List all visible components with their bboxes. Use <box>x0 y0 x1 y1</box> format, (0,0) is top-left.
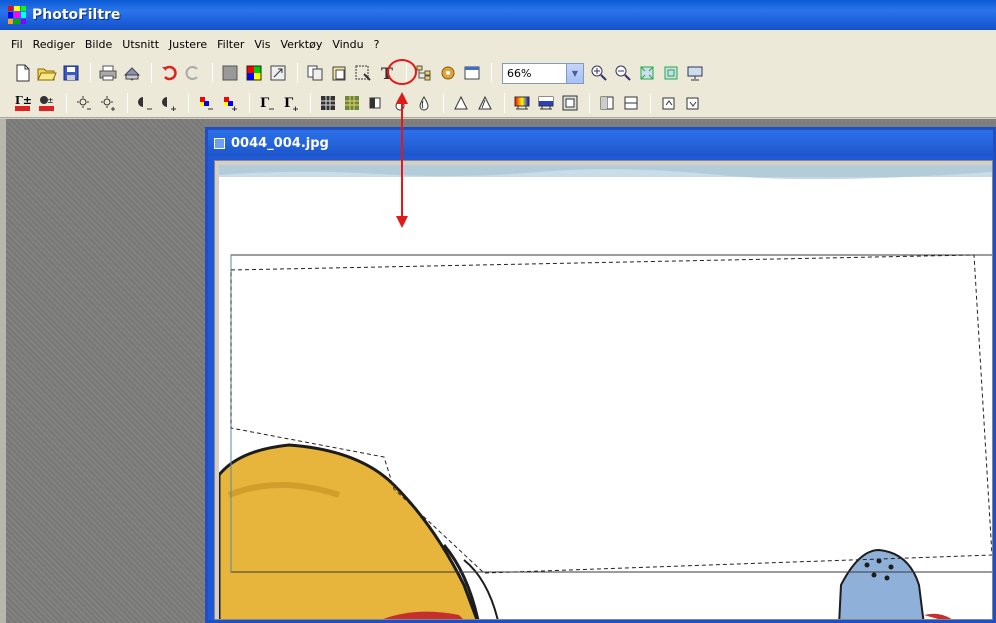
toolbar-separator <box>151 63 152 83</box>
menu-vis[interactable]: Vis <box>249 38 275 51</box>
adjust-toolbar: Γ± ± Γ Γ <box>0 88 996 118</box>
toolbar-separator <box>297 63 298 83</box>
new-icon[interactable] <box>12 62 34 84</box>
svg-text:Γ±: Γ± <box>15 94 32 107</box>
menu-bilde[interactable]: Bilde <box>80 38 117 51</box>
main-toolbar: T 66% ▼ <box>0 58 996 88</box>
color-palette-icon[interactable] <box>243 62 265 84</box>
frame-icon[interactable] <box>559 92 581 114</box>
mosaic-color-icon[interactable] <box>341 92 363 114</box>
plugin-icon[interactable] <box>437 62 459 84</box>
menu-rediger[interactable]: Rediger <box>28 38 80 51</box>
redo-icon[interactable] <box>182 62 204 84</box>
window-icon[interactable] <box>461 62 483 84</box>
toolbar-separator <box>212 63 213 83</box>
contrast-plus-icon[interactable] <box>158 92 180 114</box>
copy-icon[interactable] <box>304 62 326 84</box>
menu-fil[interactable]: Fil <box>6 38 28 51</box>
app-titlebar: PhotoFiltre <box>0 0 996 30</box>
toolbar-separator <box>310 92 311 113</box>
rotate-right-icon[interactable] <box>681 92 703 114</box>
image-content <box>219 165 992 619</box>
image-size-icon[interactable] <box>267 62 289 84</box>
fit-window-icon[interactable] <box>636 62 658 84</box>
filter-tree-icon[interactable] <box>413 62 435 84</box>
document-titlebar[interactable]: 0044_004.jpg <box>208 130 993 156</box>
flip-vertical-icon[interactable] <box>620 92 642 114</box>
contrast-auto-icon[interactable]: ± <box>36 92 58 114</box>
zoom-in-icon[interactable] <box>588 62 610 84</box>
blur-icon[interactable] <box>389 92 411 114</box>
text-icon[interactable]: T <box>376 62 398 84</box>
document-window[interactable]: 0044_004.jpg <box>205 127 996 623</box>
flip-horizontal-icon[interactable] <box>596 92 618 114</box>
mosaic-icon[interactable] <box>317 92 339 114</box>
gamma-auto-icon[interactable]: Γ± <box>12 92 34 114</box>
toolbar-separator <box>127 92 128 113</box>
sharpen-icon[interactable] <box>365 92 387 114</box>
image-canvas[interactable] <box>219 165 992 619</box>
zoom-out-icon[interactable] <box>612 62 634 84</box>
toolbar-separator <box>66 92 67 113</box>
gradient-icon[interactable] <box>511 92 533 114</box>
zoom-select[interactable]: 66% ▼ <box>502 62 584 84</box>
app-title: PhotoFiltre <box>32 7 121 23</box>
menu-justere[interactable]: Justere <box>164 38 212 51</box>
toolbar-separator <box>589 92 590 113</box>
blur-more-icon[interactable] <box>413 92 435 114</box>
svg-text:±: ± <box>47 96 54 105</box>
document-frame <box>214 160 993 620</box>
gradient-vertical-icon[interactable] <box>535 92 557 114</box>
menu-help[interactable]: ? <box>369 38 385 51</box>
toolbar-separator <box>406 63 407 83</box>
chevron-down-icon[interactable]: ▼ <box>566 63 583 83</box>
emboss-icon[interactable] <box>450 92 472 114</box>
save-icon[interactable] <box>60 62 82 84</box>
svg-text:Γ: Γ <box>260 96 270 111</box>
fullscreen-icon[interactable] <box>684 62 706 84</box>
toolbar-separator <box>249 92 250 113</box>
selection-tool-icon[interactable] <box>352 62 374 84</box>
svg-text:T: T <box>381 65 393 81</box>
saturation-minus-icon[interactable] <box>195 92 217 114</box>
tool-palette-panel <box>0 119 205 623</box>
workspace-area: 0044_004.jpg <box>0 119 996 623</box>
svg-text:Γ: Γ <box>284 96 294 111</box>
menu-verktoy[interactable]: Verktøy <box>275 38 327 51</box>
document-title: 0044_004.jpg <box>231 135 329 151</box>
open-icon[interactable] <box>36 62 58 84</box>
zoom-value: 66% <box>507 66 532 80</box>
undo-icon[interactable] <box>158 62 180 84</box>
toolbar-separator <box>504 92 505 113</box>
toolbar-separator <box>443 92 444 113</box>
gamma-plus-icon[interactable]: Γ <box>280 92 302 114</box>
actual-size-icon[interactable] <box>660 62 682 84</box>
menu-vindu[interactable]: Vindu <box>327 38 368 51</box>
print-icon[interactable] <box>97 62 119 84</box>
toolbar-separator <box>90 63 91 83</box>
menu-bar: Fil Rediger Bilde Utsnitt Justere Filter… <box>0 30 996 58</box>
saturation-plus-icon[interactable] <box>219 92 241 114</box>
photofiltre-logo-icon <box>8 6 26 24</box>
brightness-minus-icon[interactable] <box>73 92 95 114</box>
contrast-minus-icon[interactable] <box>134 92 156 114</box>
paste-icon[interactable] <box>328 62 350 84</box>
toolbar-separator <box>650 92 651 113</box>
image-document-icon <box>214 137 225 149</box>
scan-icon[interactable] <box>121 62 143 84</box>
gamma-minus-icon[interactable]: Γ <box>256 92 278 114</box>
gray-square-icon[interactable] <box>219 62 241 84</box>
rotate-left-icon[interactable] <box>657 92 679 114</box>
menu-filter[interactable]: Filter <box>212 38 249 51</box>
relief-icon[interactable] <box>474 92 496 114</box>
toolbar-separator <box>188 92 189 113</box>
brightness-plus-icon[interactable] <box>97 92 119 114</box>
toolbar-separator <box>491 63 492 83</box>
menu-utsnitt[interactable]: Utsnitt <box>117 38 164 51</box>
